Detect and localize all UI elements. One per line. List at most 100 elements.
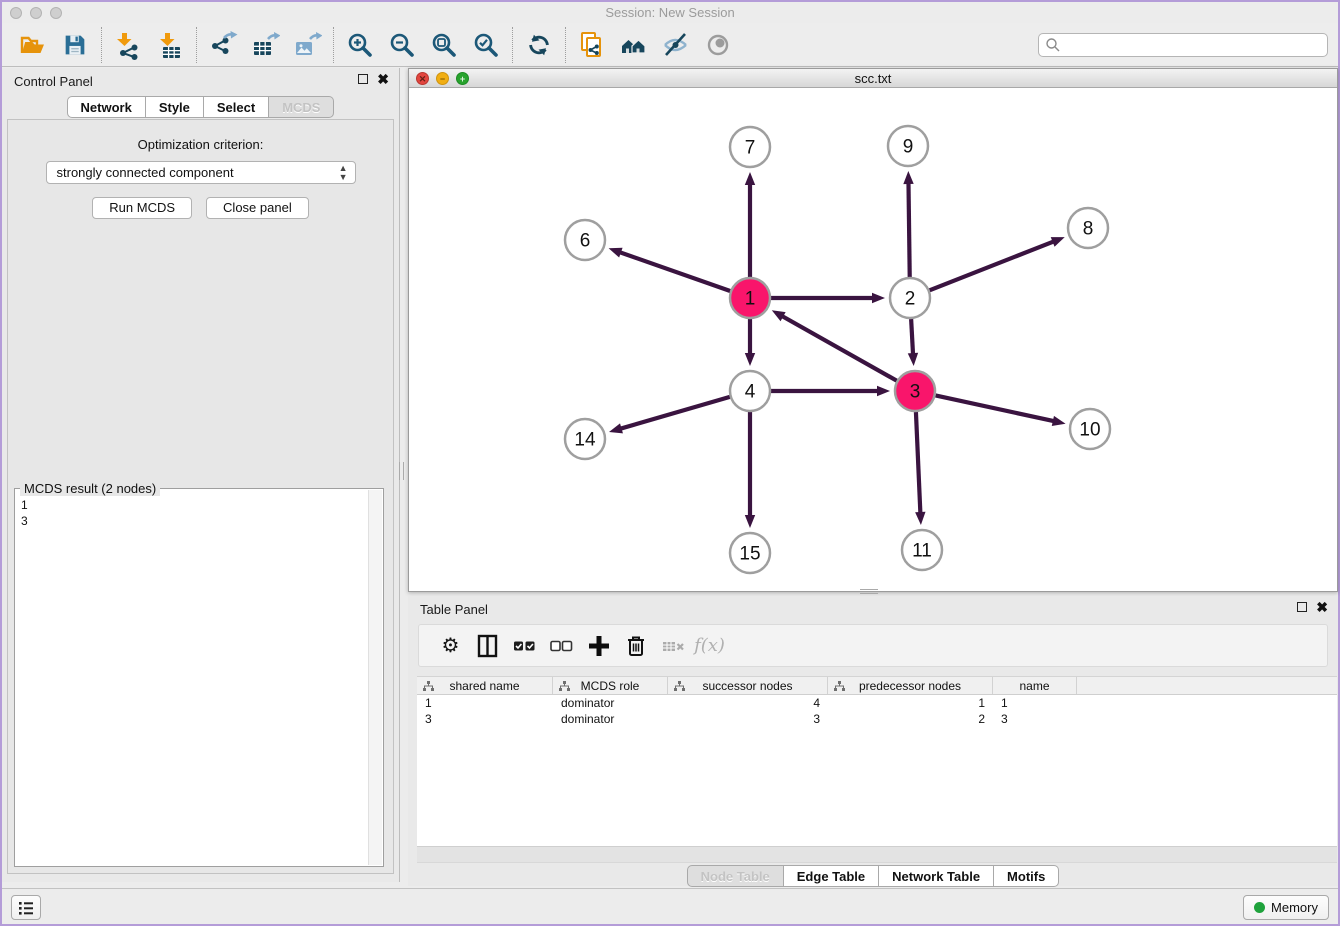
table-cell[interactable]: 1	[417, 695, 553, 711]
graph-node-15[interactable]: 15	[730, 533, 770, 573]
column-header-name[interactable]: name	[993, 677, 1077, 694]
search-field[interactable]	[1038, 33, 1328, 57]
graph-node-14[interactable]: 14	[565, 419, 605, 459]
tab-mcds[interactable]: MCDS	[269, 96, 334, 118]
column-header-MCDS-role[interactable]: MCDS role	[553, 677, 668, 694]
close-table-panel-icon[interactable]: ✖	[1316, 601, 1328, 613]
table-cell[interactable]: 4	[668, 695, 828, 711]
splitter-handle-horizontal[interactable]	[860, 589, 878, 594]
graph-node-8[interactable]: 8	[1068, 208, 1108, 248]
tab-network[interactable]: Network	[67, 96, 146, 118]
table-cell[interactable]: dominator	[553, 695, 668, 711]
graph-node-7[interactable]: 7	[730, 127, 770, 167]
export-table-button[interactable]	[244, 26, 286, 64]
tab-motifs[interactable]: Motifs	[994, 865, 1059, 887]
column-header-successor-nodes[interactable]: successor nodes	[668, 677, 828, 694]
table-panel-title: Table Panel	[420, 602, 488, 617]
tab-edge-table[interactable]: Edge Table	[784, 865, 879, 887]
graph-node-6[interactable]: 6	[565, 220, 605, 260]
zoom-in-button[interactable]	[339, 26, 381, 64]
first-neighbors-button[interactable]	[613, 26, 655, 64]
copy-network-button[interactable]	[571, 26, 613, 64]
import-table-button[interactable]	[149, 26, 191, 64]
close-panel-icon[interactable]: ✖	[377, 73, 389, 85]
hide-selected-button[interactable]	[655, 26, 697, 64]
control-panel-tabs: Network Style Select MCDS	[2, 96, 399, 118]
refresh-layout-button[interactable]	[518, 26, 560, 64]
column-header-predecessor-nodes[interactable]: predecessor nodes	[828, 677, 993, 694]
table-row[interactable]: 1dominator411	[417, 695, 1337, 711]
graph-edge-3-1[interactable]	[781, 316, 896, 381]
main-toolbar	[2, 23, 1338, 67]
table-cell[interactable]: 3	[668, 711, 828, 727]
graph-edge-1-6[interactable]	[619, 252, 730, 291]
graph-node-2[interactable]: 2	[890, 278, 930, 318]
table-cell[interactable]: 3	[993, 711, 1077, 727]
tab-node-table[interactable]: Node Table	[687, 865, 784, 887]
run-mcds-button[interactable]: Run MCDS	[92, 197, 192, 219]
tab-select[interactable]: Select	[204, 96, 269, 118]
table-row[interactable]: 3dominator323	[417, 711, 1337, 727]
zoom-selected-button[interactable]	[465, 26, 507, 64]
graph-node-1[interactable]: 1	[730, 278, 770, 318]
graph-node-4[interactable]: 4	[730, 371, 770, 411]
export-network-button[interactable]	[202, 26, 244, 64]
add-column-button[interactable]	[583, 630, 614, 661]
graph-node-11[interactable]: 11	[902, 530, 942, 570]
graph-edge-3-11[interactable]	[916, 412, 920, 514]
float-panel-icon[interactable]	[358, 74, 368, 84]
table-cell[interactable]: dominator	[553, 711, 668, 727]
splitter-handle-vertical[interactable]	[399, 462, 404, 480]
criterion-dropdown[interactable]: strongly connected component ▲▼	[46, 161, 356, 184]
delete-column-button[interactable]	[657, 630, 688, 661]
export-image-button[interactable]	[286, 26, 328, 64]
graph-arrowhead	[609, 423, 623, 433]
table-cell[interactable]: 1	[993, 695, 1077, 711]
network-view-frame: ✕ − + scc.txt 7968124314101511	[408, 68, 1338, 592]
graph-edge-2-9[interactable]	[908, 182, 909, 277]
float-table-panel-icon[interactable]	[1297, 602, 1307, 612]
tab-style[interactable]: Style	[146, 96, 204, 118]
tab-network-table[interactable]: Network Table	[879, 865, 994, 887]
zoom-out-button[interactable]	[381, 26, 423, 64]
graph-edge-2-8[interactable]	[930, 241, 1055, 290]
stepper-icon: ▲▼	[339, 164, 348, 182]
result-scrollbar[interactable]	[368, 490, 382, 865]
svg-text:9: 9	[903, 137, 914, 158]
table-cell[interactable]: 2	[828, 711, 993, 727]
graph-node-3[interactable]: 3	[895, 371, 935, 411]
table-scrollbar[interactable]	[417, 846, 1337, 863]
zoom-out-icon	[388, 31, 416, 59]
memory-label: Memory	[1271, 900, 1318, 915]
memory-button[interactable]: Memory	[1243, 895, 1329, 920]
column-tree-icon	[834, 681, 845, 692]
columns-icon	[475, 633, 501, 659]
table-settings-button[interactable]: ⚙	[435, 630, 466, 661]
save-session-button[interactable]	[54, 26, 96, 64]
graph-node-9[interactable]: 9	[888, 126, 928, 166]
task-history-button[interactable]	[11, 895, 41, 920]
show-columns-button[interactable]	[472, 630, 503, 661]
graph-arrowhead	[745, 353, 755, 366]
graph-edge-2-3[interactable]	[911, 319, 913, 355]
graph-edge-3-10[interactable]	[936, 395, 1055, 421]
mcds-result-text[interactable]: 1 3	[21, 497, 367, 864]
delete-button[interactable]	[620, 630, 651, 661]
show-all-button[interactable]	[697, 26, 739, 64]
close-panel-button[interactable]: Close panel	[206, 197, 309, 219]
function-builder-button[interactable]: f(x)	[694, 630, 725, 661]
column-header-shared-name[interactable]: shared name	[417, 677, 553, 694]
search-input[interactable]	[1061, 37, 1321, 52]
deselect-all-button[interactable]	[546, 630, 577, 661]
graph-arrowhead	[872, 293, 885, 303]
criterion-value: strongly connected component	[57, 165, 234, 180]
network-canvas[interactable]: 7 9 6 8 1 2 4 3 14 10 15 11	[409, 88, 1337, 591]
zoom-fit-button[interactable]	[423, 26, 465, 64]
import-network-button[interactable]	[107, 26, 149, 64]
table-cell[interactable]: 3	[417, 711, 553, 727]
select-all-button[interactable]	[509, 630, 540, 661]
table-cell[interactable]: 1	[828, 695, 993, 711]
graph-node-10[interactable]: 10	[1070, 409, 1110, 449]
graph-edge-4-14[interactable]	[620, 397, 730, 429]
open-session-button[interactable]	[12, 26, 54, 64]
